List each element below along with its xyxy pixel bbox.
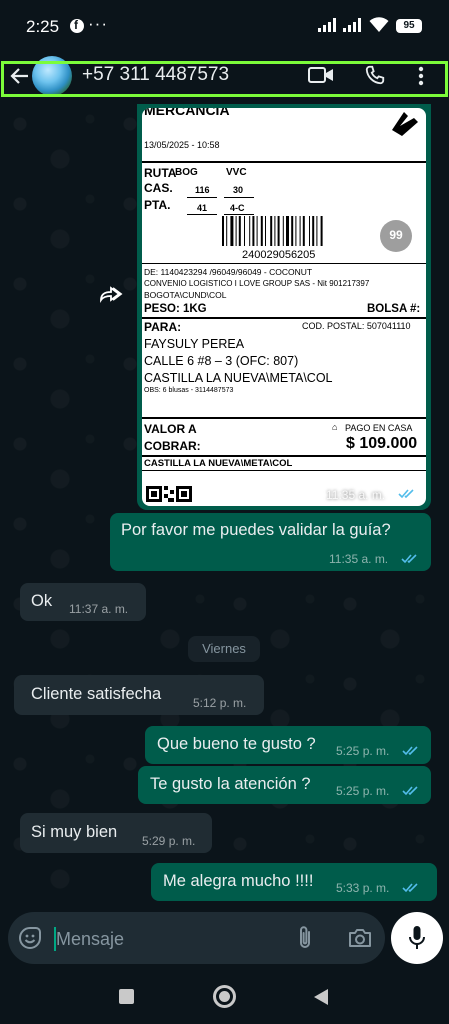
label-value-1: VALOR A [144, 422, 197, 436]
text-caret [54, 927, 56, 951]
more-notifications-icon: ··· [88, 14, 108, 33]
message-time: 5:25 p. m. [336, 784, 390, 798]
read-ticks-icon [402, 786, 418, 796]
label-origin: BOGOTA\CUND\COL [144, 290, 227, 300]
label-amount: $ 109.000 [346, 435, 418, 452]
label-recipient: FAYSULY PEREA [144, 337, 245, 351]
label-route-label: RUTA [144, 166, 177, 180]
label-pta-label: PTA. [144, 198, 171, 212]
message-text: Me alegra mucho !!!! [163, 872, 314, 890]
message-time: 5:12 p. m. [193, 696, 247, 710]
house-icon: ⌂ [332, 422, 338, 432]
battery-indicator: 95 [396, 19, 422, 33]
facebook-notification-icon [70, 18, 84, 33]
status-time: 2:25 [26, 17, 60, 36]
label-footer-city: CASTILLA LA NUEVA\META\COL [144, 458, 293, 469]
label-cas-to: 30 [233, 185, 244, 195]
message-text: Ok [31, 592, 53, 610]
label-badge: 99 [380, 220, 412, 252]
message-time: 5:33 p. m. [336, 881, 390, 895]
label-weight: PESO: 1KG [144, 303, 207, 315]
signal-2-icon [343, 18, 361, 32]
label-barcode-number: 240029056205 [242, 249, 316, 261]
message-time: 11:37 a. m. [69, 602, 129, 616]
label-obs: OBS: 6 blusas - 3114487573 [144, 387, 234, 394]
read-ticks-icon [402, 746, 418, 756]
label-date: 13/05/2025 - 10:58 [144, 140, 220, 150]
message-time: 5:29 p. m. [142, 834, 196, 848]
label-route-from: BOG [175, 167, 198, 178]
label-value-2: COBRAR: [144, 439, 201, 453]
label-from-line: DE: 1140423294 /96049/96049 - COCONUT [144, 267, 313, 277]
highlight-outline [1, 61, 448, 97]
signal-1-icon [318, 18, 336, 32]
message-input[interactable] [52, 925, 282, 953]
message-text: Te gusto la atención ? [150, 775, 311, 793]
message-text: Que bueno te gusto ? [157, 735, 316, 753]
barcode [222, 216, 323, 246]
nav-back-icon[interactable] [313, 988, 329, 1006]
label-postal: COD. POSTAL: 507041110 [302, 321, 411, 331]
label-agreement-line: CONVENIO LOGISTICO I LOVE GROUP SAS - Ni… [144, 279, 370, 288]
shipping-label-image[interactable]: MERCANCIA 13/05/2025 - 10:58 RUTA BOG VV… [142, 108, 426, 506]
forward-icon[interactable] [99, 285, 123, 303]
message-time: 11:35 a. m. [329, 552, 389, 566]
attach-icon[interactable] [296, 925, 314, 951]
label-route-to: VVC [226, 167, 247, 178]
read-ticks-icon [398, 489, 414, 499]
label-cas-from: 116 [195, 185, 210, 195]
qr-code [146, 486, 192, 502]
label-cas-label: CAS. [144, 181, 173, 195]
message-time: 11:35 a. m. [326, 488, 386, 502]
label-pta-from: 41 [197, 203, 208, 213]
read-ticks-icon [402, 883, 418, 893]
date-separator: Viernes [188, 636, 260, 662]
label-bag: BOLSA #: [367, 303, 421, 315]
camera-icon[interactable] [347, 926, 373, 950]
carrier-logo-icon [392, 112, 418, 136]
message-text: Por favor me puedes validar la guía? [121, 521, 391, 539]
label-destination: CASTILLA LA NUEVA\META\COL [144, 371, 333, 385]
recents-button[interactable] [119, 989, 134, 1004]
label-to: PARA: [144, 320, 182, 334]
message-text: Si muy bien [31, 823, 118, 841]
label-top-cut: MERCANCIA [144, 108, 230, 118]
wifi-icon [369, 17, 389, 32]
label-address: CALLE 6 #8 – 3 (OFC: 807) [144, 354, 299, 368]
home-button[interactable] [213, 985, 236, 1008]
read-ticks-icon [401, 554, 417, 564]
message-time: 5:25 p. m. [336, 744, 390, 758]
emoji-icon[interactable] [18, 926, 42, 950]
message-text: Cliente satisfecha [31, 685, 162, 703]
label-pta-to: 4-C [230, 203, 245, 213]
label-pay-mode: PAGO EN CASA [345, 423, 413, 433]
mic-icon [409, 926, 425, 949]
